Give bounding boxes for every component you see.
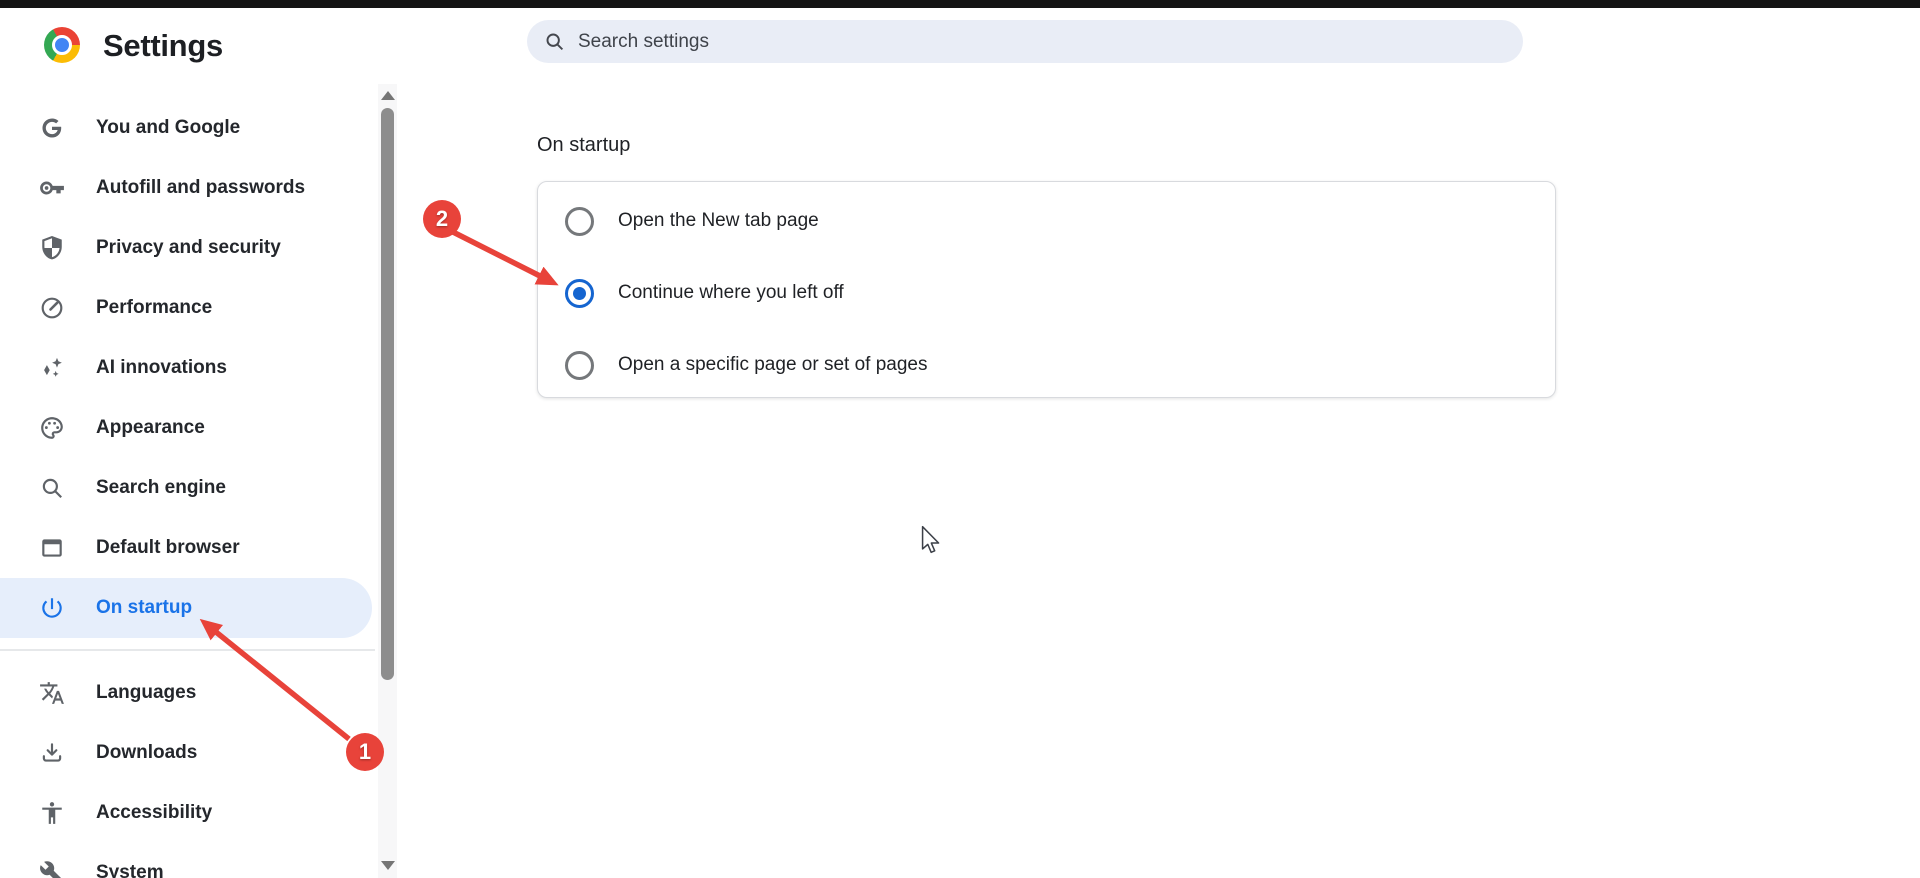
sidebar-item-ai-innovations[interactable]: AI innovations: [0, 338, 372, 398]
sidebar-item-label: On startup: [96, 597, 192, 619]
sidebar-item-system[interactable]: System: [0, 843, 372, 878]
scrollbar-down-icon[interactable]: [381, 861, 395, 870]
wrench-icon: [39, 860, 65, 878]
download-icon: [39, 740, 65, 766]
sidebar-item-label: AI innovations: [96, 357, 227, 379]
radio-button-icon[interactable]: [565, 351, 594, 380]
search-settings-field[interactable]: [527, 20, 1523, 63]
magnifier-icon: [39, 475, 65, 501]
sidebar-item-label: Search engine: [96, 477, 226, 499]
sidebar-item-label: Appearance: [96, 417, 205, 439]
accessibility-icon: [39, 800, 65, 826]
scrollbar-up-icon[interactable]: [381, 91, 395, 100]
window-top-edge: [0, 0, 1920, 8]
radio-button-icon[interactable]: [565, 207, 594, 236]
sidebar-item-label: Downloads: [96, 742, 197, 764]
sidebar-item-privacy[interactable]: Privacy and security: [0, 218, 372, 278]
radio-option-label: Continue where you left off: [618, 282, 844, 304]
key-icon: [39, 175, 65, 201]
sidebar-item-autofill[interactable]: Autofill and passwords: [0, 158, 372, 218]
sidebar-item-label: Accessibility: [96, 802, 212, 824]
sidebar-item-label: Performance: [96, 297, 212, 319]
radio-option-continue-where-left-off[interactable]: Continue where you left off: [538, 257, 1555, 329]
search-icon: [544, 31, 565, 52]
sidebar-item-accessibility[interactable]: Accessibility: [0, 783, 372, 843]
browser-window-icon: [39, 535, 65, 561]
step-2-badge: 2: [423, 200, 461, 238]
radio-option-label: Open a specific page or set of pages: [618, 354, 927, 376]
sidebar-item-label: Privacy and security: [96, 237, 281, 259]
sidebar-item-label: You and Google: [96, 117, 240, 139]
search-input[interactable]: [578, 31, 1458, 53]
sidebar-item-label: Languages: [96, 682, 196, 704]
sidebar-item-label: Default browser: [96, 537, 240, 559]
sparkle-icon: [39, 355, 65, 381]
sidebar-item-downloads[interactable]: Downloads: [0, 723, 372, 783]
sidebar-item-appearance[interactable]: Appearance: [0, 398, 372, 458]
radio-option-new-tab-page[interactable]: Open the New tab page: [538, 185, 1555, 257]
radio-button-selected-icon[interactable]: [565, 279, 594, 308]
sidebar-item-you-and-google[interactable]: You and Google: [0, 98, 372, 158]
speedometer-icon: [39, 295, 65, 321]
power-icon: [39, 595, 65, 621]
sidebar-item-performance[interactable]: Performance: [0, 278, 372, 338]
radio-option-label: Open the New tab page: [618, 210, 819, 232]
sidebar-item-on-startup[interactable]: On startup: [0, 578, 372, 638]
mouse-cursor-icon: [920, 525, 942, 557]
section-title: On startup: [537, 134, 630, 157]
page-title: Settings: [103, 27, 223, 65]
sidebar-item-search-engine[interactable]: Search engine: [0, 458, 372, 518]
sidebar-item-label: Autofill and passwords: [96, 177, 305, 199]
sidebar-divider: [0, 649, 375, 651]
chrome-logo-icon: [44, 27, 80, 63]
palette-icon: [39, 415, 65, 441]
on-startup-card: Open the New tab page Continue where you…: [537, 181, 1556, 398]
sidebar-item-languages[interactable]: Languages: [0, 663, 372, 723]
arrow-step2-icon: [453, 232, 540, 276]
sidebar-scrollbar-thumb[interactable]: [381, 108, 394, 680]
sidebar-item-label: System: [96, 862, 164, 878]
sidebar-item-default-browser[interactable]: Default browser: [0, 518, 372, 578]
google-icon: [39, 115, 65, 141]
radio-option-specific-pages[interactable]: Open a specific page or set of pages: [538, 329, 1555, 401]
chrome-settings-window: Settings You and Google Autofill and pas…: [0, 0, 1920, 878]
step-1-badge: 1: [346, 733, 384, 771]
shield-icon: [39, 235, 65, 261]
translate-icon: [39, 680, 65, 706]
